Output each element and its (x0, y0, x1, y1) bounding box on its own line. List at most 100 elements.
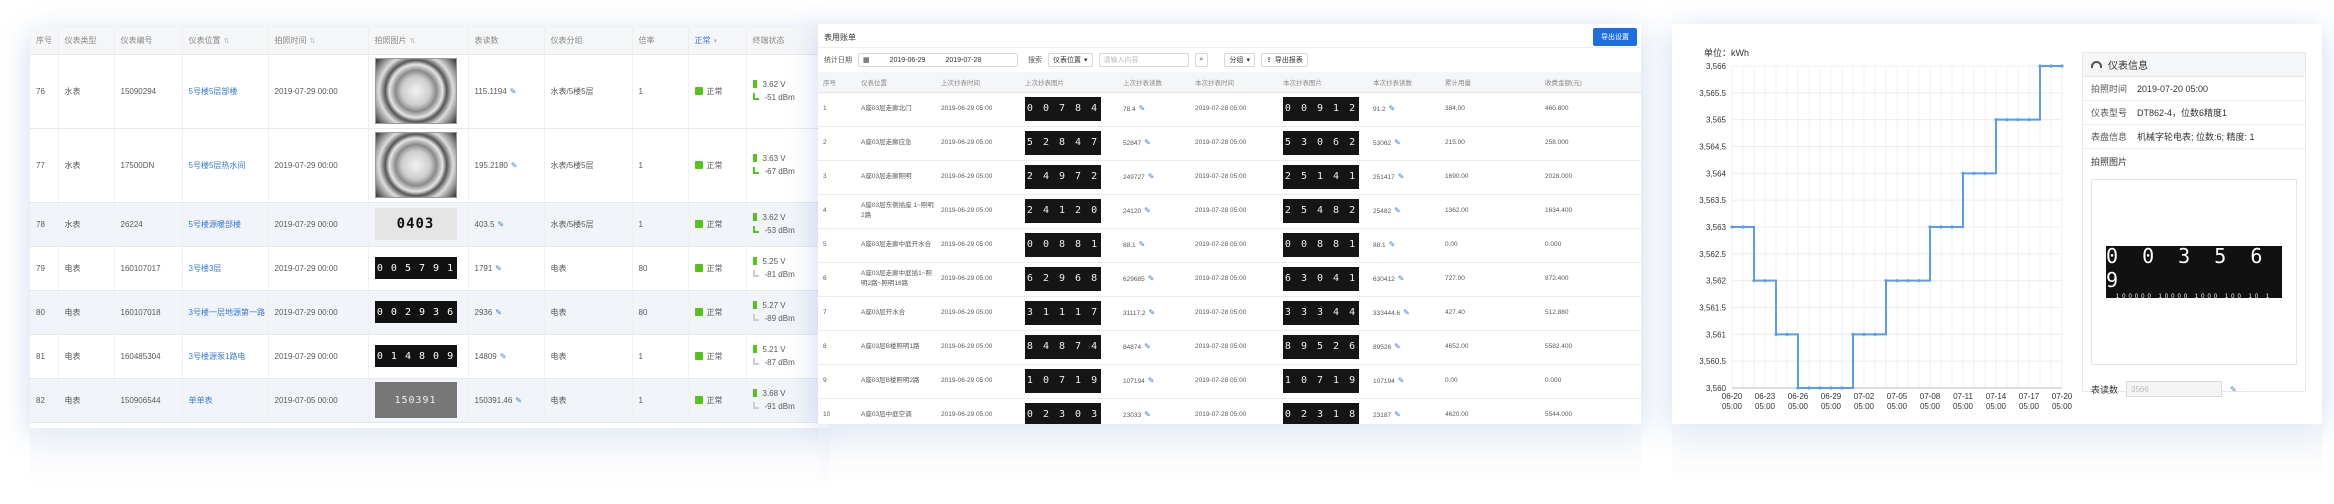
cell-photo[interactable]: 0 0 8 8 1 (1020, 228, 1118, 263)
table-row[interactable]: 82 电表 150906544 单单表 2019-07-05 00:00 150391 15… (30, 378, 830, 423)
meter-photo-thumbnail[interactable]: 3 1 1 1 7 (1025, 301, 1101, 325)
meter-photo-thumbnail[interactable]: 0 0 2 9 3 6 (374, 301, 457, 323)
filter-icon[interactable]: ▾ (714, 38, 718, 45)
edit-icon[interactable]: ✎ (1394, 342, 1401, 351)
table-row[interactable]: 7 A座03层开水合 2019-06-29 05:00 3 1 1 1 7 31117.… (818, 296, 1641, 331)
meter-photo-thumbnail[interactable]: 2 5 1 4 1 (1283, 165, 1359, 189)
meter-photo-thumbnail[interactable]: 0 0 5 7 9 1 (374, 257, 457, 279)
cell-photo[interactable]: 0403 (368, 202, 469, 247)
column-header[interactable]: 仪表编号 (114, 28, 183, 55)
edit-icon[interactable]: ✎ (498, 220, 505, 229)
column-header[interactable]: 序号 (30, 28, 59, 55)
edit-icon[interactable]: ✎ (1394, 410, 1401, 419)
cell-photo[interactable]: 0 2 3 1 8 (1278, 398, 1368, 424)
cell-photo[interactable]: 5 2 8 4 7 (1020, 126, 1118, 161)
column-header[interactable]: 正常 ▾ (688, 28, 747, 55)
edit-icon[interactable]: ✎ (1148, 274, 1155, 283)
cell-photo[interactable] (368, 128, 469, 203)
cell-photo[interactable]: 0 0 9 1 2 (1278, 92, 1368, 127)
export-report-button[interactable]: ⇪ 导出报表 (1260, 53, 1308, 67)
column-header[interactable]: 仪表分组 (544, 28, 633, 55)
search-input[interactable]: 请输入内容 (1098, 53, 1189, 67)
edit-icon[interactable]: ✎ (515, 396, 522, 405)
table-row[interactable]: 4 A座03层东侧插座 1~照明2路 2019-06-29 05:00 2 4 1 2… (818, 194, 1641, 229)
cell-photo[interactable]: 2 4 9 7 2 (1020, 160, 1118, 195)
table-row[interactable]: 78 水表 26224 5号楼源暖部楼 2019-07-29 00:00 0403 403.… (30, 202, 830, 247)
table-row[interactable]: 1 A座03层走廊北门 2019-06-29 05:00 0 0 7 8 4 78.4 ✎… (818, 92, 1641, 127)
loc-text[interactable]: 3号楼一层地源第一路 (189, 308, 265, 317)
export-settings-button[interactable]: 导出设置 (1593, 28, 1637, 46)
meter-photo-thumbnail[interactable]: 8 4 8 7 4 (1025, 335, 1101, 359)
cell-photo[interactable]: 0 0 7 8 4 (1020, 92, 1118, 127)
table-row[interactable]: 5 A座03层走廊中庭开水合 2019-06-29 05:00 0 0 8 8 1 88… (818, 228, 1641, 263)
loc-text[interactable]: 3号楼源泵1路电 (189, 352, 246, 361)
table-row[interactable]: 81 电表 160485304 3号楼源泵1路电 2019-07-29 00:00 0 1… (30, 334, 830, 379)
table-row[interactable]: 77 水表 17500DN 5号楼5层热水间 2019-07-29 00:00 195.2… (30, 128, 830, 203)
meter-photo-thumbnail[interactable]: 8 9 5 2 6 (1283, 335, 1359, 359)
edit-icon[interactable]: ✎ (1144, 206, 1151, 215)
meter-photo-thumbnail[interactable]: 2 4 1 2 0 (1025, 199, 1101, 223)
sort-icon[interactable]: ⇅ (310, 38, 316, 45)
meter-photo-thumbnail[interactable]: 0 1 4 8 0 9 (374, 345, 457, 367)
cell-photo[interactable]: 5 3 0 6 2 (1278, 126, 1368, 161)
edit-icon[interactable]: ✎ (1144, 410, 1151, 419)
edit-icon[interactable]: ✎ (500, 352, 507, 361)
edit-icon[interactable]: ✎ (1144, 138, 1151, 147)
cell-photo[interactable]: 2 5 1 4 1 (1278, 160, 1368, 195)
edit-icon[interactable]: ✎ (1144, 342, 1151, 351)
cell-photo[interactable] (368, 54, 469, 129)
edit-icon[interactable]: ✎ (495, 308, 502, 317)
cell-photo[interactable]: 0 0 8 8 1 (1278, 228, 1368, 263)
edit-icon[interactable]: ✎ (1398, 376, 1405, 385)
meter-photo-thumbnail[interactable]: 0 2 3 1 8 (1283, 403, 1359, 424)
cell-photo[interactable]: 1 0 7 1 9 (1278, 364, 1368, 399)
cell-photo[interactable]: 0 2 3 0 3 (1020, 398, 1118, 424)
column-header[interactable]: 拍照图片 ⇅ (368, 28, 469, 55)
edit-icon[interactable]: ✎ (1394, 206, 1401, 215)
cell-photo[interactable]: 8 9 5 2 6 (1278, 330, 1368, 365)
edit-icon[interactable]: ✎ (2230, 385, 2237, 394)
loc-text[interactable]: 3号楼3层 (189, 264, 222, 273)
meter-photo-thumbnail[interactable]: 5 2 8 4 7 (1025, 131, 1101, 155)
date-range-picker[interactable]: ▦ 2019-06-29 2019-07-28 (858, 53, 1018, 67)
sort-icon[interactable]: ⇅ (224, 38, 230, 45)
meter-photo-thumbnail[interactable]: 1 0 7 1 9 (1283, 369, 1359, 393)
edit-icon[interactable]: ✎ (1389, 240, 1396, 249)
edit-icon[interactable]: ✎ (1394, 138, 1401, 147)
cell-photo[interactable]: 150391 (368, 378, 469, 423)
edit-icon[interactable]: ✎ (1403, 308, 1410, 317)
table-row[interactable]: 2 A座03层走廊应急 2019-06-29 05:00 5 2 8 4 7 52847… (818, 126, 1641, 161)
table-row[interactable]: 76 水表 15090294 5号楼5层部楼 2019-07-29 00:00 115.1… (30, 54, 830, 129)
meter-photo-thumbnail[interactable]: 150391 (374, 382, 457, 418)
meter-photo-thumbnail[interactable]: 0 0 8 8 1 (1025, 233, 1101, 257)
edit-icon[interactable]: ✎ (511, 161, 518, 170)
cell-photo[interactable]: 3 3 3 4 4 (1278, 296, 1368, 331)
column-header[interactable]: 拍照时间 ⇅ (268, 28, 369, 55)
group-select[interactable]: 分组 ▾ (1224, 53, 1255, 67)
edit-icon[interactable]: ✎ (1389, 104, 1396, 113)
table-row[interactable]: 10 A座03层中庭空调 2019-06-29 05:00 0 2 3 0 3 2303… (818, 398, 1641, 424)
column-header[interactable]: 仪表类型 (58, 28, 115, 55)
column-header[interactable]: 仪表位置 ⇅ (182, 28, 269, 55)
meter-photo-thumbnail[interactable]: 0 0 8 8 1 (1283, 233, 1359, 257)
edit-icon[interactable]: ✎ (1149, 308, 1156, 317)
meter-photo-thumbnail[interactable]: 2 5 4 8 2 (1283, 199, 1359, 223)
cell-photo[interactable]: 2 5 4 8 2 (1278, 194, 1368, 229)
edit-icon[interactable]: ✎ (1398, 274, 1405, 283)
cell-photo[interactable]: 2 4 1 2 0 (1020, 194, 1118, 229)
sort-icon[interactable]: ⇅ (410, 38, 416, 45)
edit-icon[interactable]: ✎ (495, 264, 502, 273)
cell-photo[interactable]: 0 0 5 7 9 1 (368, 246, 469, 291)
loc-text[interactable]: 5号楼源暖部楼 (189, 220, 241, 229)
meter-photo-thumbnail[interactable]: 1 0 7 1 9 (1025, 369, 1101, 393)
column-header[interactable]: 表读数 (468, 28, 545, 55)
cell-photo[interactable]: 8 4 8 7 4 (1020, 330, 1118, 365)
meter-photo-thumbnail[interactable]: 0 2 3 0 3 (1025, 403, 1101, 424)
table-row[interactable]: 6 A座03层走廊中庭插1~照明2路~照明18路 2019-06-29 05:00 6… (818, 262, 1641, 297)
edit-icon[interactable]: ✎ (1139, 240, 1146, 249)
meter-photo-thumbnail[interactable] (374, 58, 457, 124)
cell-photo[interactable]: 6 3 0 4 1 (1278, 262, 1368, 297)
meter-photo-thumbnail[interactable]: 0 0 7 8 4 (1025, 97, 1101, 121)
edit-icon[interactable]: ✎ (1398, 172, 1405, 181)
loc-text[interactable]: 5号楼5层部楼 (189, 87, 238, 96)
